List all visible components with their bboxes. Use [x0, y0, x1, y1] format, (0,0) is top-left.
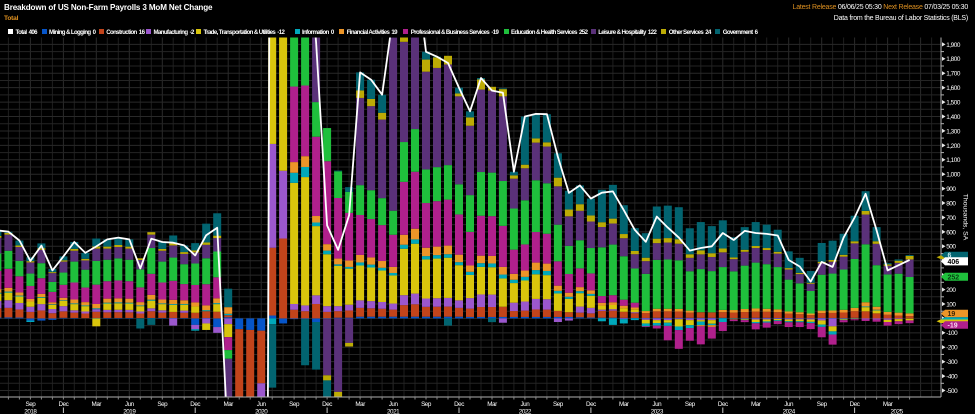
- svg-text:Jun: Jun: [520, 401, 530, 408]
- svg-text:Jun: Jun: [652, 401, 662, 408]
- svg-text:Sep: Sep: [553, 401, 564, 408]
- svg-text:Thousands, SA: Thousands, SA: [962, 194, 969, 241]
- svg-text:Sep: Sep: [685, 401, 696, 408]
- svg-text:2022: 2022: [519, 409, 532, 414]
- svg-text:Mar: Mar: [619, 401, 629, 408]
- svg-text:200: 200: [946, 287, 956, 294]
- svg-text:500: 500: [946, 244, 956, 251]
- svg-text:700: 700: [946, 215, 956, 222]
- svg-text:1,600: 1,600: [946, 85, 961, 92]
- svg-text:Jun: Jun: [784, 401, 794, 408]
- svg-text:2023: 2023: [651, 409, 664, 414]
- svg-text:Mar: Mar: [92, 401, 102, 408]
- svg-text:252: 252: [948, 274, 960, 281]
- svg-text:Dec: Dec: [322, 401, 332, 408]
- svg-text:19: 19: [948, 311, 956, 318]
- svg-text:800: 800: [946, 200, 956, 207]
- svg-text:Mar: Mar: [355, 401, 365, 408]
- svg-text:Dec: Dec: [58, 401, 68, 408]
- svg-text:1,900: 1,900: [946, 42, 961, 49]
- svg-text:2019: 2019: [123, 409, 136, 414]
- svg-text:406: 406: [948, 259, 960, 266]
- svg-text:Dec: Dec: [850, 401, 860, 408]
- svg-text:Mar: Mar: [487, 401, 497, 408]
- svg-text:Jun: Jun: [125, 401, 135, 408]
- svg-text:Sep: Sep: [25, 401, 36, 408]
- svg-text:Sep: Sep: [421, 401, 432, 408]
- svg-text:1,200: 1,200: [946, 143, 961, 150]
- svg-text:-100: -100: [946, 330, 958, 337]
- svg-text:Dec: Dec: [586, 401, 596, 408]
- svg-text:2021: 2021: [387, 409, 400, 414]
- svg-text:2020: 2020: [255, 409, 268, 414]
- svg-text:Mar: Mar: [751, 401, 761, 408]
- svg-text:Jun: Jun: [257, 401, 267, 408]
- svg-text:1,800: 1,800: [946, 56, 961, 63]
- svg-text:Sep: Sep: [289, 401, 300, 408]
- svg-text:1,700: 1,700: [946, 71, 961, 78]
- svg-text:Mar: Mar: [883, 401, 893, 408]
- svg-text:1,000: 1,000: [946, 172, 961, 179]
- svg-text:Sep: Sep: [817, 401, 828, 408]
- svg-text:-500: -500: [946, 388, 958, 395]
- svg-text:1,500: 1,500: [946, 100, 961, 107]
- svg-text:-19: -19: [948, 323, 958, 330]
- svg-text:Mar: Mar: [223, 401, 233, 408]
- svg-text:Dec: Dec: [190, 401, 200, 408]
- svg-text:-300: -300: [946, 359, 958, 366]
- svg-text:Jun: Jun: [389, 401, 399, 408]
- svg-text:Dec: Dec: [718, 401, 728, 408]
- svg-text:2025: 2025: [890, 409, 903, 414]
- svg-text:100: 100: [946, 301, 956, 308]
- svg-text:Sep: Sep: [157, 401, 168, 408]
- svg-text:2024: 2024: [783, 409, 796, 414]
- svg-text:1,100: 1,100: [946, 157, 961, 164]
- svg-text:900: 900: [946, 186, 956, 193]
- svg-text:-400: -400: [946, 374, 958, 381]
- svg-text:-200: -200: [946, 345, 958, 352]
- svg-text:1,400: 1,400: [946, 114, 961, 121]
- svg-text:2018: 2018: [24, 409, 37, 414]
- svg-text:Dec: Dec: [454, 401, 464, 408]
- svg-text:1,300: 1,300: [946, 128, 961, 135]
- svg-text:600: 600: [946, 229, 956, 236]
